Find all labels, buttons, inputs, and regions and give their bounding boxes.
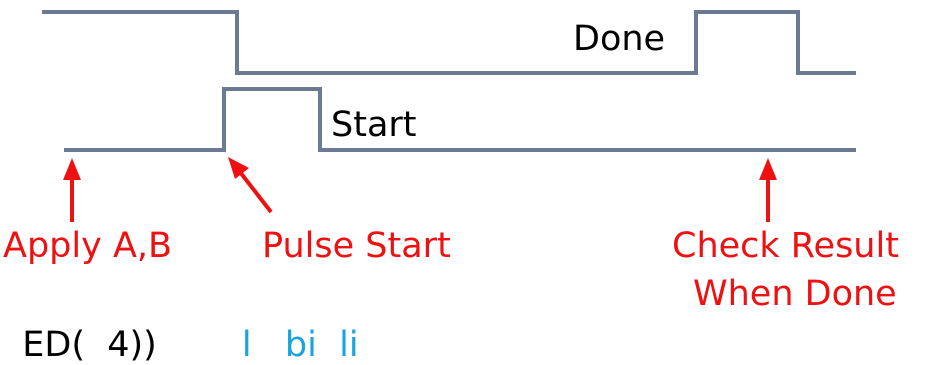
when-done-label: When Done: [693, 274, 897, 314]
done-waveform: [42, 10, 856, 75]
bottom-cut-text: ED( 4)) l bi li: [0, 285, 359, 365]
check-result-arrow: [759, 158, 777, 222]
done-label: Done: [573, 19, 665, 59]
start-waveform: [64, 87, 856, 152]
apply-arrow: [63, 158, 81, 222]
apply-ab-label: Apply A,B: [3, 226, 172, 266]
pulse-start-label: Pulse Start: [262, 226, 451, 266]
check-result-label: Check Result: [672, 226, 899, 266]
pulse-start-arrow: [228, 157, 273, 214]
start-label: Start: [331, 105, 417, 145]
bottom-cut-link[interactable]: l bi li: [242, 325, 359, 365]
timing-diagram: Done Start Apply A,B Pulse Start Check R…: [3, 10, 899, 314]
bottom-cut-left: ED( 4)): [22, 325, 157, 365]
